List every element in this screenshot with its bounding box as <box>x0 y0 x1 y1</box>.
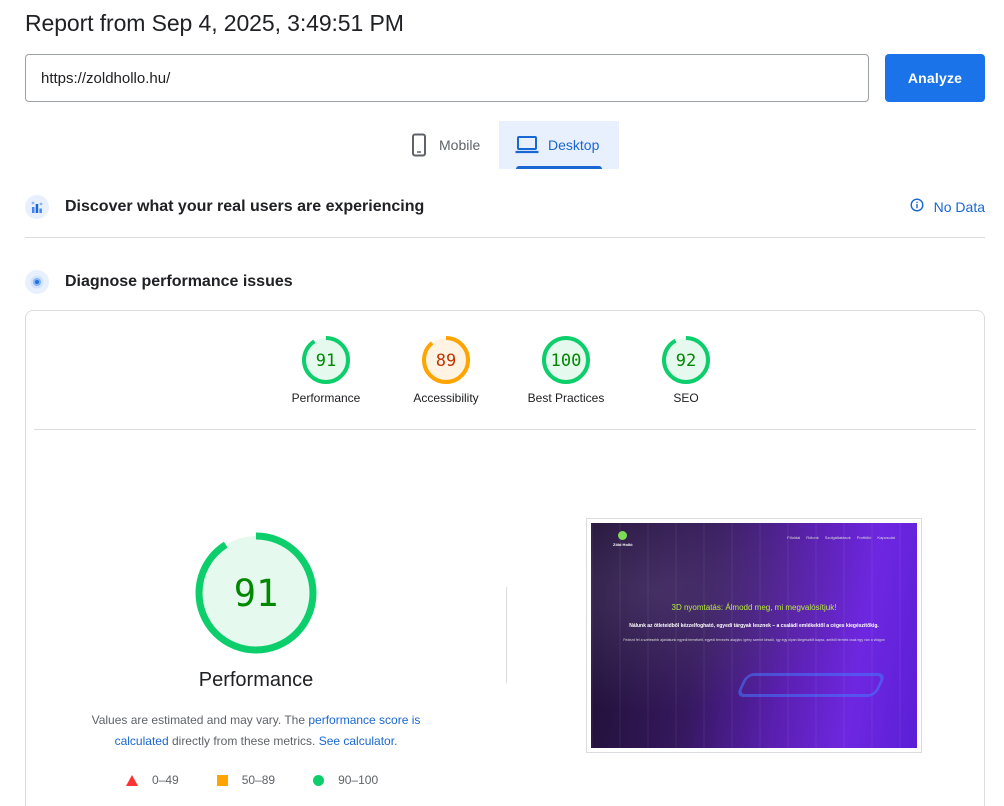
tab-desktop[interactable]: Desktop <box>499 121 619 169</box>
legend-triangle-icon <box>126 774 138 786</box>
gauge-accessibility-ring: 89 <box>422 336 470 384</box>
screenshot-accent-shape <box>735 673 887 697</box>
screenshot-image: Zöld Holló Főoldal Rólunk Szolgáltatások… <box>591 523 917 748</box>
gauge-performance-value: 91 <box>316 351 336 371</box>
page-screenshot: Zöld Holló Főoldal Rólunk Szolgáltatások… <box>586 518 922 753</box>
diagnose-title: Diagnose performance issues <box>65 273 293 290</box>
tab-mobile-label: Mobile <box>439 137 481 153</box>
url-input[interactable] <box>25 54 869 102</box>
no-data-label: No Data <box>933 198 985 215</box>
gauge-seo-value: 92 <box>676 351 696 371</box>
screenshot-nav-item: Kapcsolat <box>877 535 895 540</box>
report-title: Report from Sep 4, 2025, 3:49:51 PM <box>25 10 404 36</box>
gauge-best-practices[interactable]: 100 Best Practices <box>506 335 626 405</box>
laptop-icon <box>515 135 539 155</box>
tab-mobile[interactable]: Mobile <box>397 121 497 169</box>
desc-text-1: Values are estimated and may vary. The <box>91 713 309 727</box>
gauge-accessibility-label: Accessibility <box>413 391 479 405</box>
card-divider <box>34 429 976 430</box>
gauge-best-practices-label: Best Practices <box>527 391 605 405</box>
screenshot-texture <box>591 523 917 748</box>
screenshot-nav-item: Rólunk <box>806 535 819 540</box>
gauge-best-practices-value: 100 <box>551 351 582 371</box>
screenshot-subheadline: Nálunk az ötleteidből kézzelfogható, egy… <box>629 623 879 629</box>
gauge-accessibility-value: 89 <box>436 351 456 371</box>
desc-text-2: directly from these metrics. <box>168 734 319 748</box>
legend-square-icon <box>216 774 228 786</box>
performance-summary: 91 Performance Values are estimated and … <box>86 531 426 752</box>
big-performance-title: Performance <box>198 669 314 691</box>
score-legend: 0–49 50–89 90–100 <box>126 773 416 787</box>
big-performance-value: 91 <box>234 572 279 615</box>
no-data-link[interactable]: No Data <box>910 198 985 215</box>
gauge-seo-label: SEO <box>673 391 699 405</box>
real-users-title: Discover what your real users are experi… <box>65 198 425 215</box>
legend-average: 50–89 <box>216 773 276 787</box>
real-users-section: Discover what your real users are experi… <box>25 194 985 220</box>
lighthouse-icon <box>25 270 49 294</box>
see-calculator-link[interactable]: See calculator. <box>319 734 398 748</box>
screenshot-nav: Főoldal Rólunk Szolgáltatások Portfólió … <box>787 535 895 540</box>
vertical-divider <box>506 587 507 683</box>
big-performance-gauge: 91 <box>195 532 317 654</box>
screenshot-logo-text: Zöld Holló <box>613 542 633 547</box>
screenshot-nav-item: Portfólió <box>856 535 872 540</box>
screenshot-headline: 3D nyomtatás: Álmodd meg, mi megvalósítj… <box>671 603 837 612</box>
gauge-accessibility[interactable]: 89 Accessibility <box>386 335 506 405</box>
gauge-performance[interactable]: 91 Performance <box>266 335 386 405</box>
section-divider <box>25 237 985 238</box>
gauge-best-practices-ring: 100 <box>542 336 590 384</box>
performance-description: Values are estimated and may vary. The p… <box>86 710 426 752</box>
gauge-seo-ring: 92 <box>662 336 710 384</box>
legend-average-label: 50–89 <box>241 773 276 787</box>
legend-pass-label: 90–100 <box>338 773 379 787</box>
legend-circle-icon <box>313 774 325 786</box>
screenshot-logo-mark <box>618 531 628 540</box>
screenshot-nav-item: Főoldal <box>787 535 801 540</box>
screenshot-logo: Zöld Holló <box>613 531 633 547</box>
score-gauges: 91 Performance 89 Accessibility 100 Best… <box>26 335 984 415</box>
tab-desktop-label: Desktop <box>548 137 600 153</box>
legend-fail: 0–49 <box>126 773 179 787</box>
lighthouse-card: 91 Performance 89 Accessibility 100 Best… <box>25 310 985 806</box>
gauge-seo[interactable]: 92 SEO <box>626 335 746 405</box>
analyze-button[interactable]: Analyze <box>885 54 985 102</box>
gauge-performance-ring: 91 <box>302 336 350 384</box>
gauge-performance-label: Performance <box>291 391 361 405</box>
crux-icon <box>25 195 49 219</box>
legend-pass: 90–100 <box>313 773 378 787</box>
phone-icon <box>408 133 430 157</box>
legend-fail-label: 0–49 <box>152 773 179 787</box>
screenshot-nav-item: Szolgáltatások <box>824 535 851 540</box>
info-icon <box>910 198 924 215</box>
screenshot-paragraph: Fedezd fel a szélesebb ajánlatunk egyedi… <box>623 638 885 642</box>
diagnose-section: Diagnose performance issues <box>25 269 985 295</box>
